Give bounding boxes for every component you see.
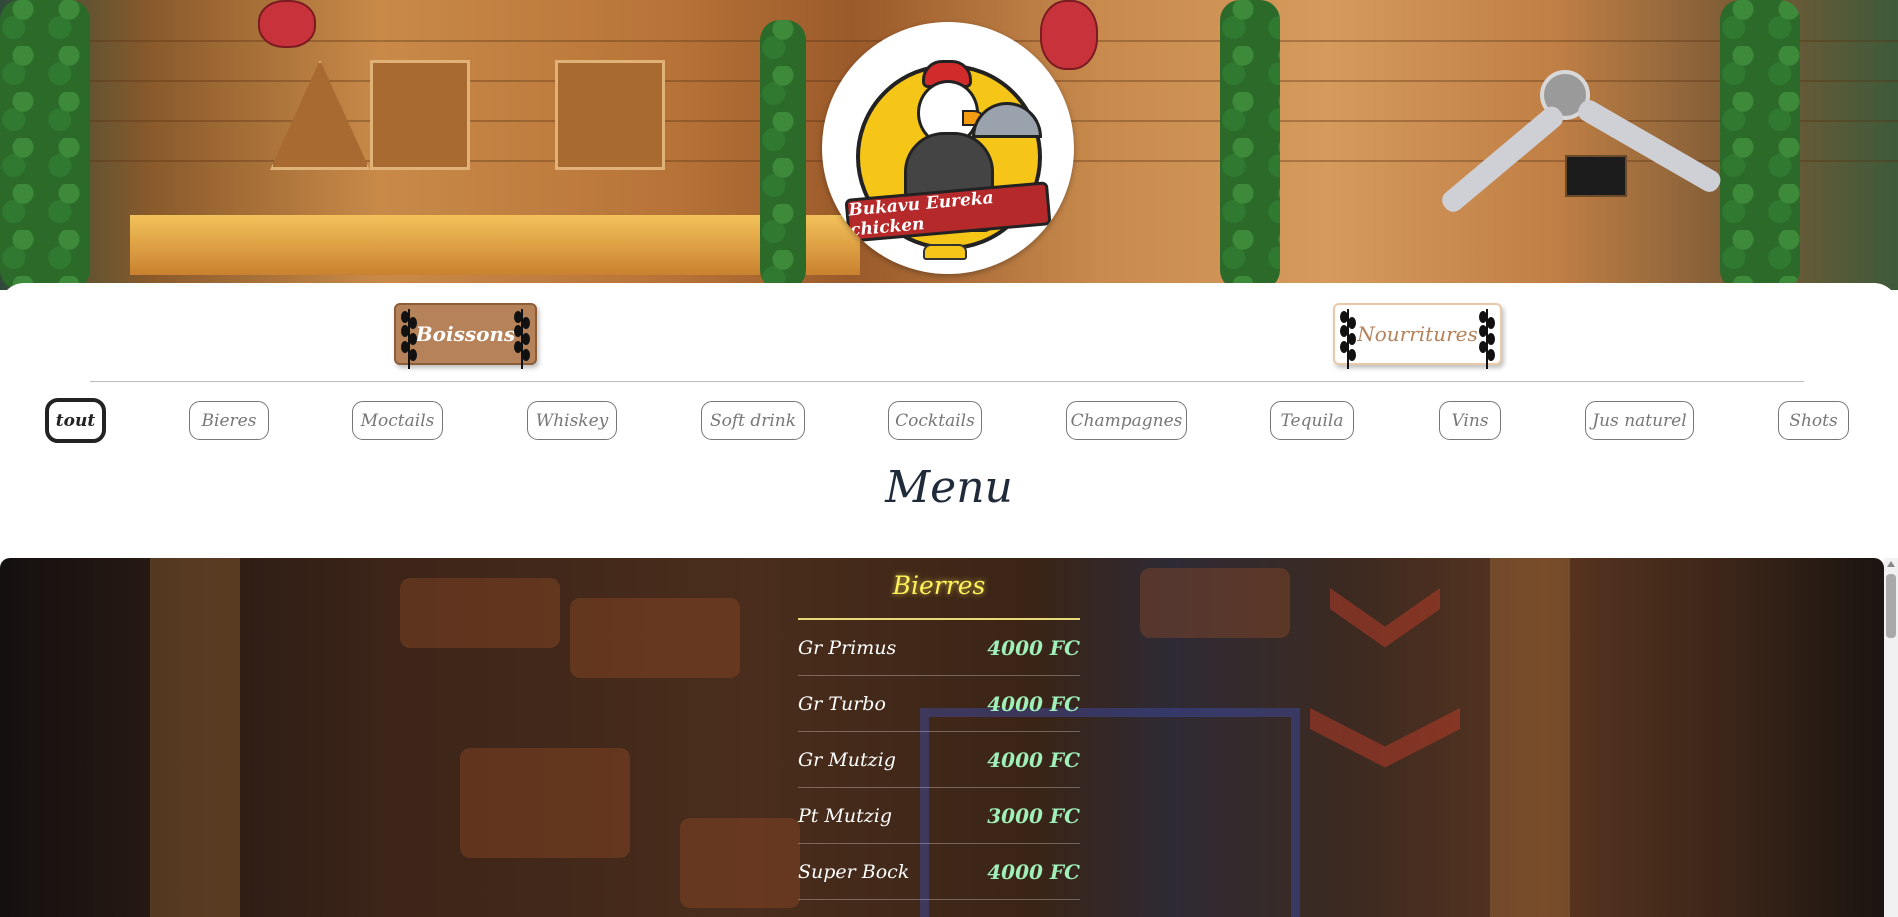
filter-whiskey[interactable]: Whiskey <box>527 401 617 440</box>
filter-moctails[interactable]: Moctails <box>352 401 443 440</box>
wood-post <box>150 558 240 917</box>
brick <box>570 598 740 678</box>
item-price: 4000 FC <box>987 691 1080 716</box>
bar-counter <box>130 215 860 275</box>
filter-tout[interactable]: tout <box>45 398 106 443</box>
scrollbar[interactable] <box>1884 558 1898 917</box>
menu-item: Gr Primus 4000 FC <box>798 620 1080 676</box>
section-title: Bierres <box>892 571 986 600</box>
wheat-icon <box>514 309 530 369</box>
scroll-up-arrow-icon[interactable] <box>1887 561 1895 567</box>
filter-jus-naturel[interactable]: Jus naturel <box>1585 401 1694 440</box>
menu-item: Gr Mutzig 4000 FC <box>798 732 1080 788</box>
filter-bieres[interactable]: Bieres <box>189 401 269 440</box>
filter-cocktails[interactable]: Cocktails <box>888 401 982 440</box>
ivy-vine <box>760 20 806 290</box>
wood-post <box>1490 558 1570 917</box>
chevron-decoration <box>1310 708 1460 768</box>
ivy-vine <box>1720 0 1800 290</box>
wine-shelf <box>370 60 470 170</box>
item-price: 3000 FC <box>987 803 1080 828</box>
wine-shelf <box>555 60 665 170</box>
taxi-icon <box>923 244 967 260</box>
brick <box>680 818 800 908</box>
ivy-vine <box>1220 0 1280 290</box>
ivy-vine <box>0 0 90 290</box>
tab-nourritures[interactable]: Nourritures <box>1333 303 1502 369</box>
chevron-decoration <box>1330 588 1440 648</box>
item-price: 4000 FC <box>987 635 1080 660</box>
menu-heading: Menu <box>885 462 1013 513</box>
menu-panel: Bierres Gr Primus 4000 FC Gr Turbo 4000 … <box>0 558 1884 917</box>
wheat-icon <box>401 309 417 369</box>
brick <box>400 578 560 648</box>
filter-soft-drink[interactable]: Soft drink <box>701 401 805 440</box>
item-name: Gr Turbo <box>798 692 886 715</box>
lantern <box>258 0 316 48</box>
tab-boissons-label: Boissons <box>415 322 516 346</box>
wheat-icon <box>1479 309 1495 369</box>
tab-nourritures-label: Nourritures <box>1357 322 1478 346</box>
tab-boissons[interactable]: Boissons <box>394 303 537 369</box>
restaurant-logo: Bukavu Eureka chicken <box>822 22 1074 274</box>
filter-shots[interactable]: Shots <box>1778 401 1849 440</box>
item-name: Gr Mutzig <box>798 748 896 771</box>
brick <box>1140 568 1290 638</box>
filter-tequila[interactable]: Tequila <box>1270 401 1354 440</box>
item-price: 4000 FC <box>987 747 1080 772</box>
brick <box>460 748 630 858</box>
chalkboard <box>1565 155 1627 197</box>
item-name: Gr Primus <box>798 636 897 659</box>
section-divider <box>90 381 1804 382</box>
menu-item: Super Bock 4000 FC <box>798 844 1080 900</box>
filter-champagnes[interactable]: Champagnes <box>1066 401 1187 440</box>
wine-shelf <box>270 60 370 170</box>
menu-item: Gr Turbo 4000 FC <box>798 676 1080 732</box>
scroll-thumb[interactable] <box>1886 574 1896 638</box>
item-name: Pt Mutzig <box>798 804 893 827</box>
item-price: 4000 FC <box>987 859 1080 884</box>
wheat-icon <box>1340 309 1356 369</box>
item-name: Super Bock <box>798 860 910 883</box>
menu-item: Pt Mutzig 3000 FC <box>798 788 1080 844</box>
filter-vins[interactable]: Vins <box>1439 401 1501 440</box>
lantern <box>1040 0 1098 70</box>
